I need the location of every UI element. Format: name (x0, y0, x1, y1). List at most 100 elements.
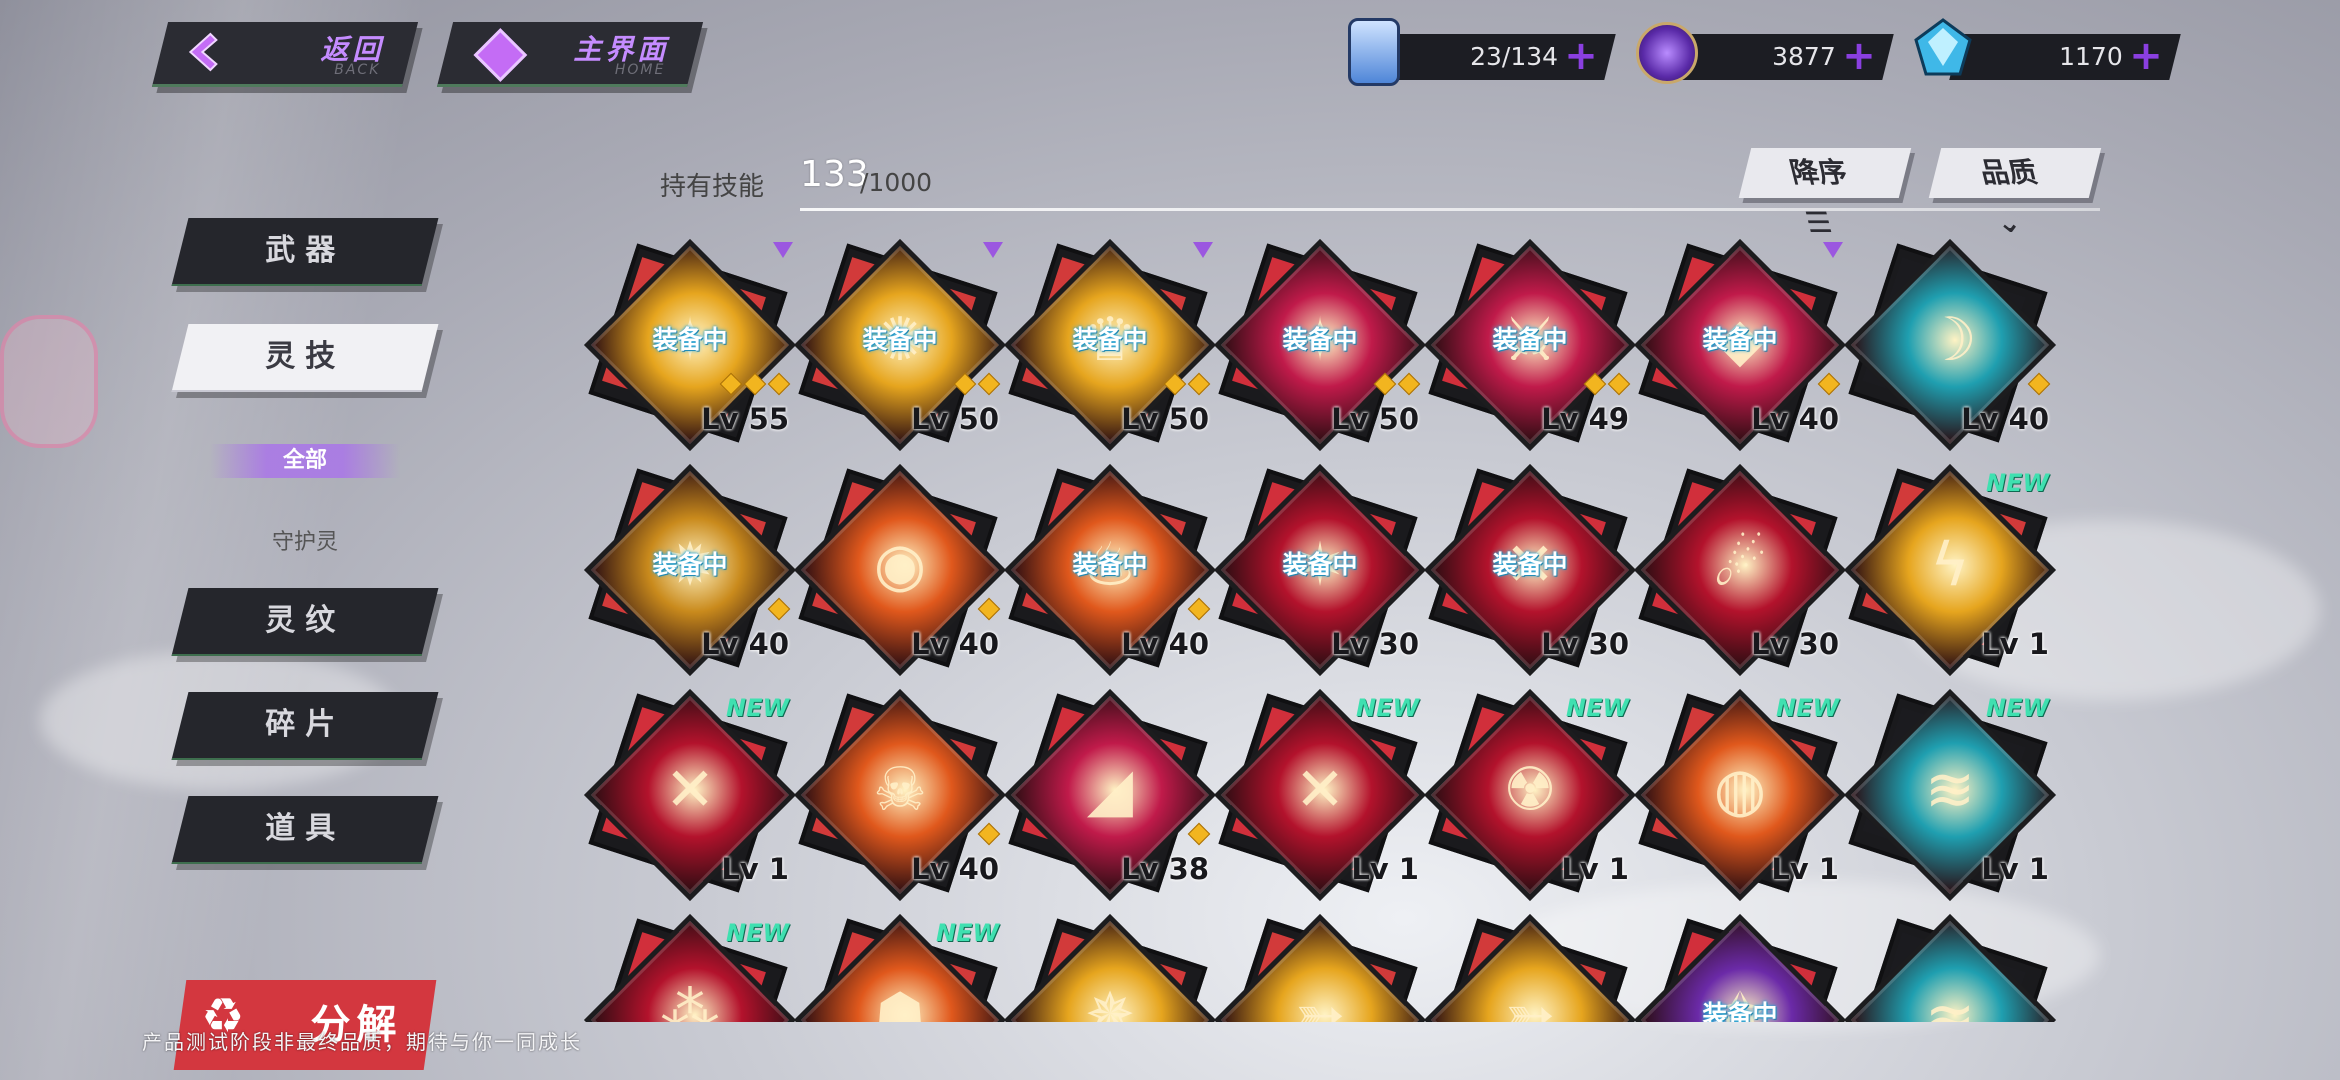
star-rating (949, 372, 1001, 400)
skill-emblem-icon: ✵ (1084, 980, 1136, 1022)
skill-emblem-icon: ≈ (1924, 980, 1976, 1022)
skill-emblem-icon: ☢ (1503, 755, 1557, 825)
skill-level: Lv 55 (701, 402, 789, 436)
skill-card[interactable]: ⁂ NEW (583, 913, 797, 1022)
star-icon (977, 372, 1001, 396)
skill-card[interactable]: ✺ 装备中 Lv 50 (793, 238, 1007, 452)
star-rating (1183, 597, 1211, 625)
skill-card[interactable]: ✧ 装备中 Lv 50 (1213, 238, 1427, 452)
new-badge: NEW (726, 919, 789, 947)
skill-level: Lv 1 (1771, 852, 1839, 886)
skill-emblem-icon: ☠ (873, 755, 927, 825)
upgrade-marker-icon (1193, 242, 1213, 258)
skill-level: Lv 1 (1981, 852, 2049, 886)
skill-card[interactable]: ⚔ 装备中 Lv 49 (1423, 238, 1637, 452)
skill-emblem-icon: ◢ (1086, 755, 1134, 825)
star-rating (1159, 372, 1211, 400)
skill-card[interactable]: ✬ 装备中 (1633, 913, 1847, 1022)
new-badge: NEW (1776, 694, 1839, 722)
skill-card[interactable]: ☗ NEW (793, 913, 1007, 1022)
skill-card[interactable]: ☽ Lv 40 (1843, 238, 2057, 452)
star-icon (1187, 822, 1211, 846)
upgrade-marker-icon (1823, 242, 1843, 258)
skill-emblem-icon: ⁂ (660, 980, 720, 1022)
equipped-label: 装备中 (652, 550, 728, 579)
skill-card[interactable]: ➳ (1213, 913, 1427, 1022)
skill-card[interactable]: ≋ NEW Lv 1 (1843, 688, 2057, 902)
star-rating (2023, 372, 2051, 400)
star-rating (973, 822, 1001, 850)
skill-card[interactable]: ◢ Lv 38 (1003, 688, 1217, 902)
star-icon (1397, 372, 1421, 396)
star-icon (1373, 372, 1397, 396)
skill-level: Lv 40 (911, 852, 999, 886)
star-rating (1813, 372, 1841, 400)
skill-emblem-icon: ☽ (1923, 305, 1977, 375)
skill-emblem-icon: ➳ (1504, 980, 1556, 1022)
skill-card[interactable]: ✕ NEW Lv 1 (1213, 688, 1427, 902)
skill-card[interactable]: ♨ 装备中 Lv 40 (1003, 463, 1217, 677)
skill-level: Lv 1 (1561, 852, 1629, 886)
skill-card[interactable]: ✕ NEW Lv 1 (583, 688, 797, 902)
equipped-label: 装备中 (862, 325, 938, 354)
skill-card[interactable]: ϟ NEW Lv 1 (1843, 463, 2057, 677)
skill-card[interactable]: ♛ 装备中 Lv 50 (1003, 238, 1217, 452)
skill-level: Lv 30 (1751, 627, 1839, 661)
skill-emblem-icon: ≋ (1924, 755, 1976, 825)
skill-emblem-icon: ➳ (1294, 980, 1346, 1022)
skill-card[interactable]: ◍ NEW Lv 1 (1633, 688, 1847, 902)
skill-emblem-icon: ✕ (664, 755, 716, 825)
skill-emblem-icon: ☄ (1713, 530, 1767, 600)
star-icon (719, 372, 743, 396)
upgrade-marker-icon (773, 242, 793, 258)
skill-emblem-icon: ϟ (1930, 530, 1970, 600)
skill-emblem-icon: ☗ (873, 980, 927, 1022)
skill-level: Lv 30 (1541, 627, 1629, 661)
skill-level: Lv 50 (1331, 402, 1419, 436)
skill-level: Lv 1 (1981, 627, 2049, 661)
equipped-label: 装备中 (1492, 550, 1568, 579)
skill-level: Lv 49 (1541, 402, 1629, 436)
skill-grid: ✦ 装备中 Lv 55 ✺ 装备中 Lv 50 ♛ 装备中 Lv 50 ✧ 装备中 Lv 50 ⚔ 装备中… (0, 0, 2340, 1022)
skill-level: Lv 38 (1121, 852, 1209, 886)
skill-level: Lv 40 (701, 627, 789, 661)
new-badge: NEW (1986, 694, 2049, 722)
skill-card[interactable]: ◆ 装备中 Lv 40 (1633, 238, 1847, 452)
skill-card[interactable]: ✦ 装备中 Lv 55 (583, 238, 797, 452)
skill-level: Lv 1 (1351, 852, 1419, 886)
skill-emblem-icon: ✕ (1294, 755, 1346, 825)
skill-emblem-icon: ◉ (873, 530, 927, 600)
skill-card[interactable]: ➳ (1423, 913, 1637, 1022)
star-icon (977, 822, 1001, 846)
new-badge: NEW (1986, 469, 2049, 497)
equipped-label: 装备中 (652, 325, 728, 354)
skill-card[interactable]: ☢ NEW Lv 1 (1423, 688, 1637, 902)
star-icon (1163, 372, 1187, 396)
skill-level: Lv 50 (911, 402, 999, 436)
star-icon (1187, 372, 1211, 396)
skill-card[interactable]: ✕ 装备中 Lv 30 (1423, 463, 1637, 677)
star-rating (763, 597, 791, 625)
skill-emblem-icon: ◍ (1713, 755, 1767, 825)
skill-card[interactable]: ≈ (1843, 913, 2057, 1022)
skill-level: Lv 30 (1331, 627, 1419, 661)
skill-card[interactable]: ✶ 装备中 Lv 30 (1213, 463, 1427, 677)
new-badge: NEW (936, 919, 999, 947)
skill-card[interactable]: ◉ Lv 40 (793, 463, 1007, 677)
skill-card[interactable]: ✹ 装备中 Lv 40 (583, 463, 797, 677)
equipped-label: 装备中 (1282, 550, 1358, 579)
skill-level: Lv 40 (1121, 627, 1209, 661)
skill-level: Lv 40 (1961, 402, 2049, 436)
equipped-label: 装备中 (1282, 325, 1358, 354)
skill-card[interactable]: ✵ (1003, 913, 1217, 1022)
skill-card[interactable]: ☠ Lv 40 (793, 688, 1007, 902)
equipped-label: 装备中 (1702, 1000, 1778, 1022)
skill-card[interactable]: ☄ Lv 30 (1633, 463, 1847, 677)
star-icon (1817, 372, 1841, 396)
star-icon (1607, 372, 1631, 396)
skill-level: Lv 1 (721, 852, 789, 886)
equipped-label: 装备中 (1492, 325, 1568, 354)
equipped-label: 装备中 (1702, 325, 1778, 354)
star-icon (2027, 372, 2051, 396)
new-badge: NEW (1356, 694, 1419, 722)
